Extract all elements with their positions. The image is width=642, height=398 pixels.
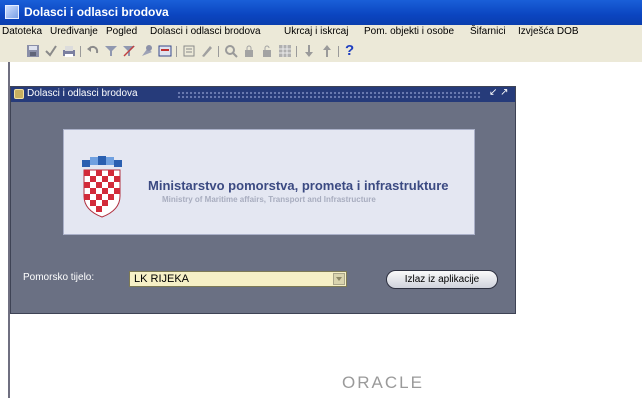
save-icon[interactable]: [26, 44, 40, 58]
forms-window-icon: [14, 89, 24, 99]
cancel-filter-icon[interactable]: [122, 44, 136, 58]
toolbar-separator: [218, 46, 219, 57]
chevron-down-icon[interactable]: [333, 273, 345, 285]
check-icon[interactable]: [44, 44, 58, 58]
down-arrow-icon[interactable]: [302, 44, 316, 58]
menu-uredivanje[interactable]: Uređivanje: [50, 26, 98, 37]
search-icon[interactable]: [224, 44, 238, 58]
inner-window-titlebar[interactable]: Dolasci i odlasci brodova ↙ ↗: [11, 87, 515, 102]
app-icon: [5, 5, 19, 19]
window-controls[interactable]: ↙ ↗: [489, 87, 509, 98]
lock-icon[interactable]: [242, 44, 256, 58]
oracle-logo: ORACLE: [342, 373, 424, 392]
menu-pom-objekti[interactable]: Pom. objekti i osobe: [364, 26, 454, 37]
menu-ukrcaj[interactable]: Ukrcaj i iskrcaj: [284, 26, 348, 37]
menu-datoteka[interactable]: Datoteka: [2, 26, 42, 37]
grid-icon[interactable]: [278, 44, 292, 58]
titlebar-grip: [177, 91, 481, 98]
window-title: Dolasci i odlasci brodova: [24, 5, 169, 19]
undo-icon[interactable]: [86, 44, 100, 58]
menu-sifarnici[interactable]: Šifarnici: [470, 26, 506, 37]
pomorsko-tijelo-label: Pomorsko tijelo:: [23, 272, 95, 283]
unlock-icon[interactable]: [260, 44, 274, 58]
croatian-coat-of-arms-icon: [82, 156, 122, 218]
menu-bar: Datoteka Uređivanje Pogled Dolasci i odl…: [0, 25, 642, 41]
menu-dolasci[interactable]: Dolasci i odlasci brodova: [150, 26, 261, 37]
print-icon[interactable]: [62, 44, 76, 58]
inner-window-title: Dolasci i odlasci brodova: [27, 88, 138, 99]
edit-icon[interactable]: [200, 44, 214, 58]
exit-application-button[interactable]: Izlaz iz aplikacije: [386, 270, 498, 289]
window-titlebar: Dolasci i odlasci brodova: [0, 0, 642, 25]
form-icon[interactable]: [158, 44, 172, 58]
ministry-name-english: Ministry of Maritime affairs, Transport …: [162, 195, 376, 204]
pomorsko-tijelo-select[interactable]: LK RIJEKA: [129, 271, 347, 287]
menu-pogled[interactable]: Pogled: [106, 26, 137, 37]
toolbar: ?: [0, 41, 642, 62]
up-arrow-icon[interactable]: [320, 44, 334, 58]
filter-icon[interactable]: [104, 44, 118, 58]
help-icon[interactable]: ?: [345, 42, 354, 59]
pin-icon[interactable]: [140, 44, 154, 58]
toolbar-separator: [80, 46, 81, 57]
ministry-name: Ministarstvo pomorstva, prometa i infras…: [148, 178, 449, 193]
menu-izvjesca[interactable]: Izvješća DOB: [518, 26, 579, 37]
list-icon[interactable]: [182, 44, 196, 58]
toolbar-separator: [176, 46, 177, 57]
toolbar-separator: [296, 46, 297, 57]
toolbar-separator: [338, 46, 339, 57]
ministry-banner: Ministarstvo pomorstva, prometa i infras…: [63, 129, 475, 235]
pomorsko-tijelo-value: LK RIJEKA: [134, 273, 190, 285]
inner-window: Dolasci i odlasci brodova ↙ ↗ Ministarst…: [10, 86, 516, 314]
